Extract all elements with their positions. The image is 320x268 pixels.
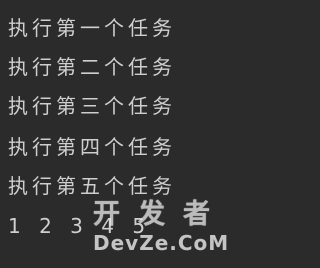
console-output: 执行第一个任务 执行第二个任务 执行第三个任务 执行第四个任务 执行第五个任务 …: [0, 0, 253, 268]
console-line: 执行第二个任务: [8, 55, 176, 79]
watermark-top-text: 开发者: [93, 199, 228, 230]
watermark-logo: 开发者 DevZe.CoM: [93, 200, 248, 260]
watermark-bottom-text: DevZe.CoM: [93, 231, 230, 255]
console-line: 执行第一个任务: [8, 16, 176, 40]
console-line: 执行第三个任务: [8, 94, 176, 118]
console-line: 执行第四个任务: [8, 135, 176, 159]
console-line: 执行第五个任务: [8, 174, 176, 198]
